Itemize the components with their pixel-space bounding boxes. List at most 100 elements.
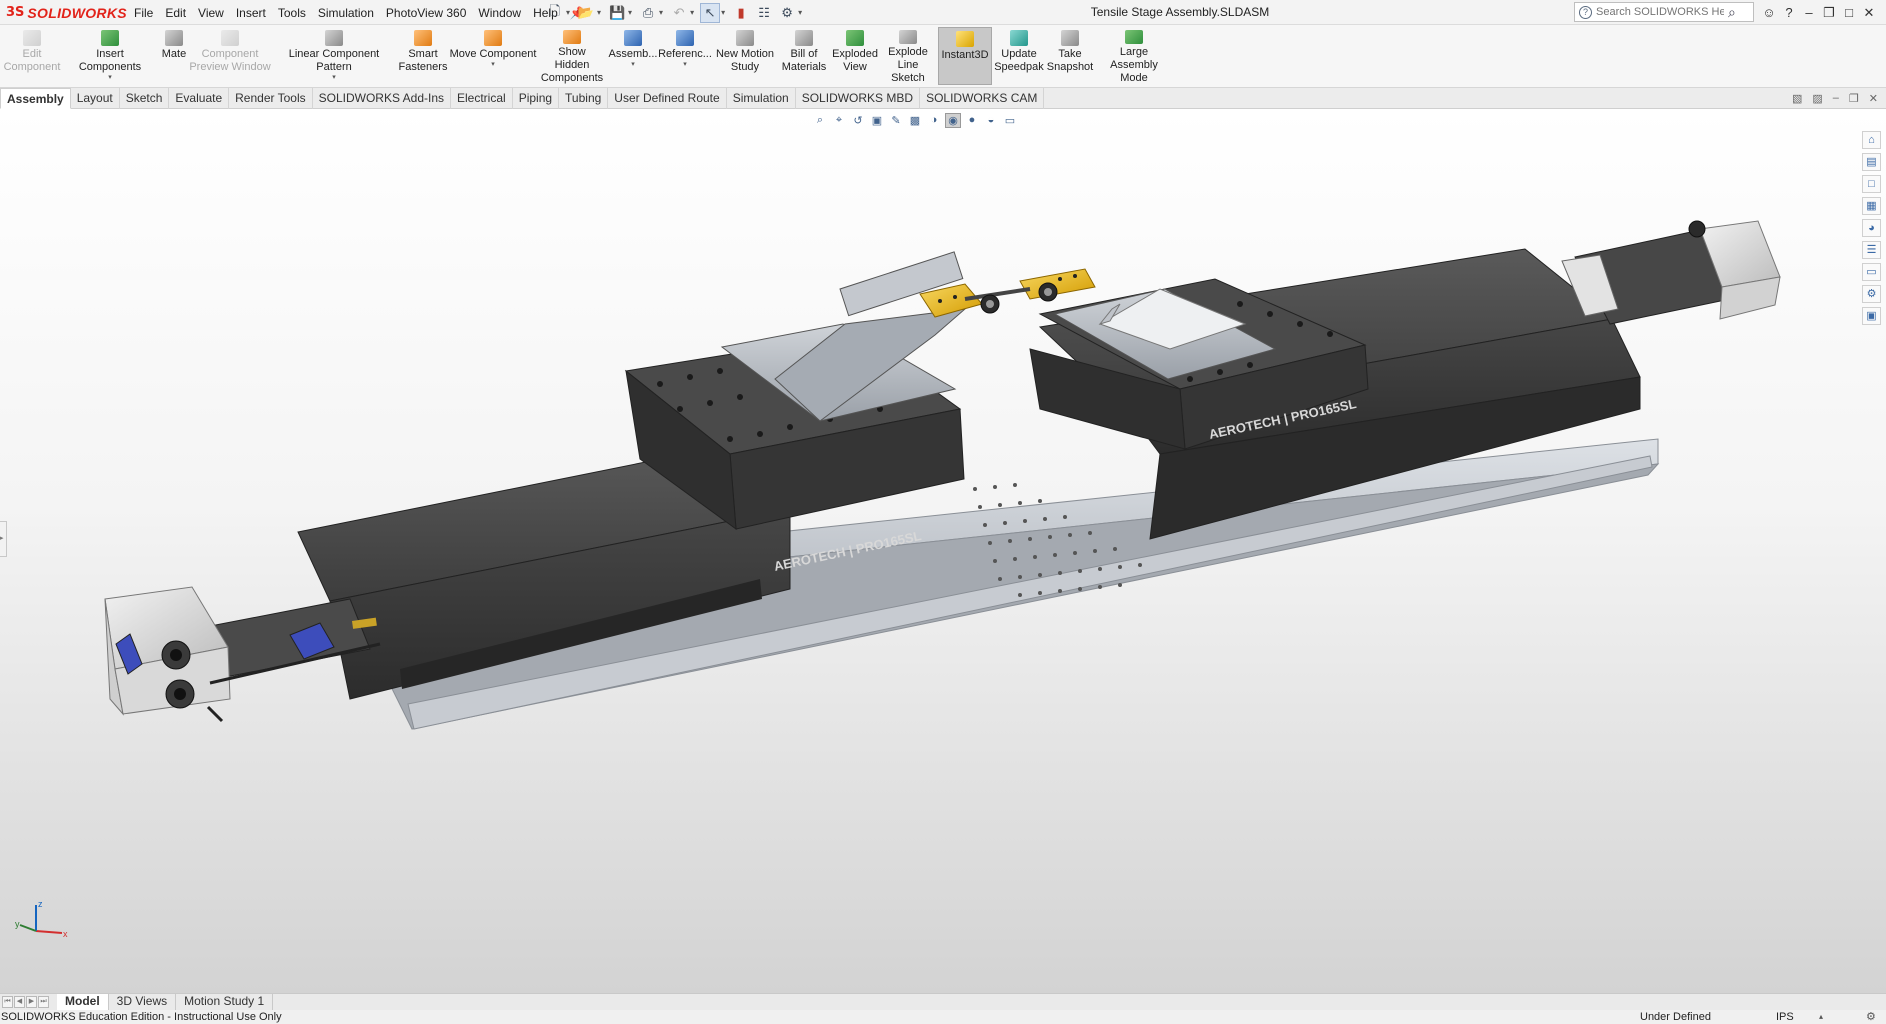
camera-icon [1061,30,1079,46]
tab-layout[interactable]: Layout [71,88,120,109]
tab-piping[interactable]: Piping [513,88,560,109]
update-speedpak-button[interactable]: Update Speedpak [994,27,1044,85]
unit-system-selector[interactable]: IPS [1776,1010,1794,1024]
undo-icon[interactable]: ↶ [669,3,689,23]
bill-of-materials-button[interactable]: Bill of Materials [778,27,830,85]
open-folder-icon[interactable]: 📂 [576,3,596,23]
doc-close-icon[interactable]: ✕ [1869,92,1878,105]
tab-user-defined-route[interactable]: User Defined Route [608,88,727,109]
reference-geometry-button[interactable]: Referenc... ▾ [658,27,712,85]
file-properties-icon[interactable]: ☷ [754,3,774,23]
user-icon[interactable]: ☺ [1762,5,1776,20]
smart-fasteners-button[interactable]: Smart Fasteners [398,27,448,85]
explode-line-sketch-button[interactable]: Explode Line Sketch [880,27,936,85]
show-hidden-icon [563,30,581,44]
tab-electrical[interactable]: Electrical [451,88,513,109]
tab-3d-views[interactable]: 3D Views [109,994,177,1010]
tab-assembly[interactable]: Assembly [0,88,71,109]
tab-render-tools[interactable]: Render Tools [229,88,313,109]
bill-of-materials-icon [795,30,813,46]
tile-right-icon[interactable]: ▨ [1812,92,1822,105]
select-arrow-icon[interactable]: ↖ [700,2,721,23]
tab-simulation[interactable]: Simulation [727,88,796,109]
insert-components-button[interactable]: Insert Components ▾ [64,27,156,85]
menu-edit[interactable]: Edit [159,6,192,20]
move-component-button[interactable]: Move Component ▾ [448,27,538,85]
assembly-model[interactable]: AEROTECH | PRO165SL AEROTECH | PRO165SL [0,109,1886,993]
previous-tab-arrow-icon[interactable]: ◀ [14,996,25,1008]
tab-evaluate[interactable]: Evaluate [169,88,230,109]
chevron-down-icon[interactable]: ▾ [690,8,694,17]
tab-solidworks-mbd[interactable]: SOLIDWORKS MBD [796,88,921,109]
menu-insert[interactable]: Insert [230,6,272,20]
exploded-view-button[interactable]: Exploded View [830,27,880,85]
linear-component-pattern-button[interactable]: Linear Component Pattern ▾ [272,27,396,85]
chevron-down-icon[interactable]: ▾ [631,61,635,69]
maximize-icon[interactable]: □ [1842,5,1856,20]
help-icon[interactable]: ? [1782,5,1796,20]
new-document-icon[interactable]: 🗋 [545,3,565,23]
tile-left-icon[interactable]: ▧ [1792,92,1802,105]
print-icon[interactable]: ⎙ [638,3,658,23]
chevron-down-icon[interactable]: ▾ [491,61,495,69]
window-controls: ☺ ? – ❐ □ ✕ [1762,0,1876,25]
take-snapshot-button[interactable]: Take Snapshot [1046,27,1094,85]
ds-logo-mark: 3S [6,5,25,20]
minimize-icon[interactable]: – [1802,5,1816,20]
solidworks-logo[interactable]: 3S SOLIDWORKS [6,2,127,23]
tab-solidworks-cam[interactable]: SOLIDWORKS CAM [920,88,1045,109]
status-bar: SOLIDWORKS Education Edition - Instructi… [0,1010,1886,1024]
restore-icon[interactable]: ❐ [1822,5,1836,21]
tab-scroll-arrows: ⏮ ◀ ▶ ⏭ [2,996,49,1008]
options-gear-icon[interactable]: ⚙ [777,3,797,23]
doc-restore-icon[interactable]: ❐ [1849,92,1859,105]
edit-component-button[interactable]: Edit Component [4,27,60,85]
chevron-down-icon[interactable]: ▾ [628,8,632,17]
chevron-down-icon[interactable]: ▾ [683,61,687,69]
chevron-down-icon[interactable]: ▾ [721,8,725,17]
doc-minimize-icon[interactable]: – [1833,92,1839,105]
new-motion-study-button[interactable]: New Motion Study [714,27,776,85]
menu-tools[interactable]: Tools [272,6,312,20]
tab-solidworks-add-ins[interactable]: SOLIDWORKS Add-Ins [313,88,451,109]
instant3d-button[interactable]: Instant3D [938,27,992,85]
chevron-down-icon[interactable]: ▾ [597,8,601,17]
component-preview-window-button[interactable]: Component Preview Window [188,27,272,85]
chevron-down-icon[interactable]: ▾ [798,8,802,17]
chevron-down-icon[interactable]: ▾ [332,74,336,82]
search-input[interactable] [1596,6,1724,18]
chevron-down-icon[interactable]: ▾ [566,8,570,17]
mate-button[interactable]: Mate [156,27,192,85]
tab-sketch[interactable]: Sketch [120,88,170,109]
chevron-down-icon[interactable]: ▾ [108,74,112,82]
menu-file[interactable]: File [128,6,159,20]
search-icon[interactable]: ⌕ [1728,4,1736,21]
first-tab-arrow-icon[interactable]: ⏮ [2,996,13,1008]
reference-geometry-icon [676,30,694,46]
menu-photoview[interactable]: PhotoView 360 [380,6,473,20]
assembly-features-icon [624,30,642,46]
menu-window[interactable]: Window [472,6,527,20]
close-icon[interactable]: ✕ [1862,5,1876,21]
graphics-area[interactable]: ⌕ ⌖ ↺ ▣ ✎ ▩ ◑ ◉ ● ◒ ▭ ⌂ ▤ □ ▦ ◕ ☰ ▭ ⚙ ▣ … [0,109,1886,993]
menu-view[interactable]: View [192,6,230,20]
explode-line-sketch-icon [899,30,917,44]
chevron-down-icon[interactable]: ▾ [659,8,663,17]
tab-model[interactable]: Model [57,994,109,1010]
tab-tubing[interactable]: Tubing [559,88,609,109]
show-hidden-components-button[interactable]: Show Hidden Components [540,27,604,85]
last-tab-arrow-icon[interactable]: ⏭ [38,996,49,1008]
help-search-box[interactable]: ? ⌕ [1574,2,1754,22]
status-settings-icon[interactable]: ⚙ [1866,1010,1876,1024]
chevron-up-icon[interactable]: ▴ [1819,1010,1823,1024]
command-manager-tabs: Assembly Layout Sketch Evaluate Render T… [0,88,1886,109]
menu-simulation[interactable]: Simulation [312,6,380,20]
tab-motion-study-1[interactable]: Motion Study 1 [176,994,274,1010]
triad-z-label: z [38,899,43,909]
large-assembly-mode-button[interactable]: Large Assembly Mode [1096,27,1172,85]
rebuild-icon[interactable]: ▮ [731,3,751,23]
save-icon[interactable]: 💾 [607,3,627,23]
next-tab-arrow-icon[interactable]: ▶ [26,996,37,1008]
assembly-features-button[interactable]: Assemb... ▾ [608,27,658,85]
move-component-icon [484,30,502,46]
